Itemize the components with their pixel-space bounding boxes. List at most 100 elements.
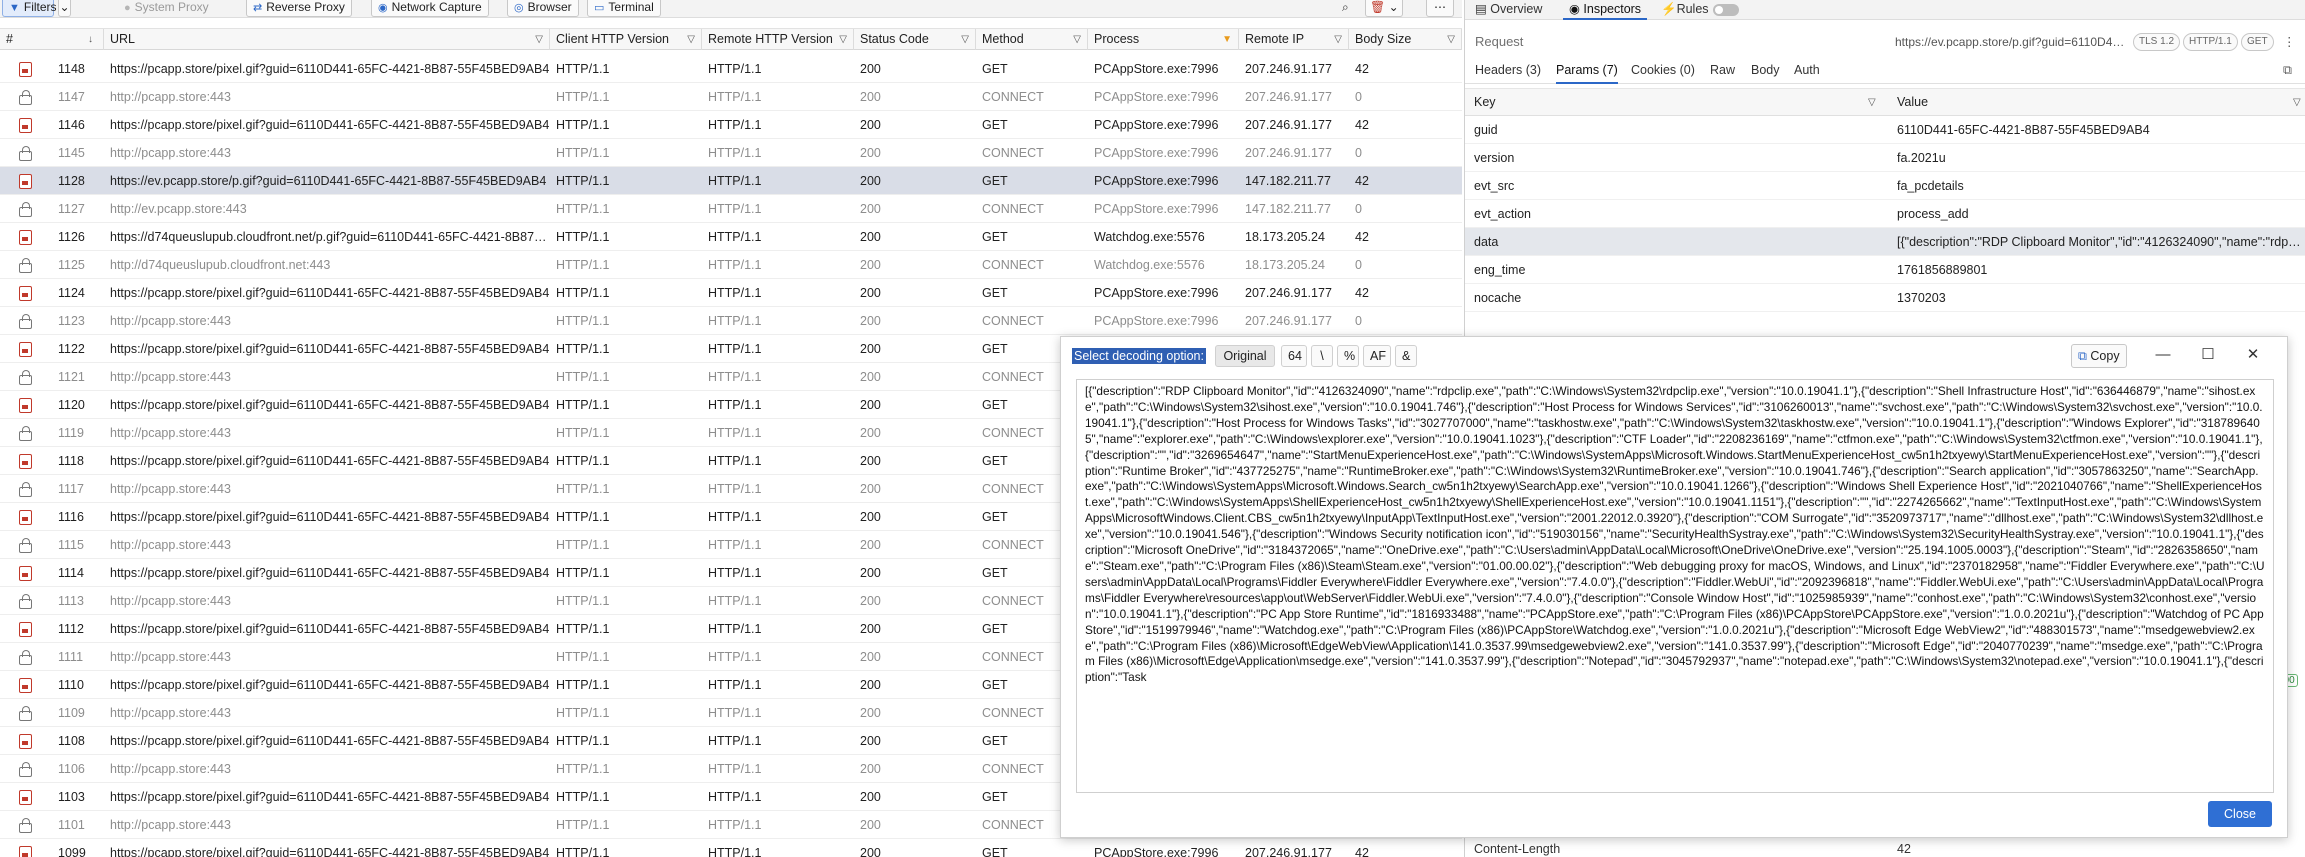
filters-button[interactable]: ▼ Filters [2, 0, 57, 17]
filter-icon[interactable]: ▽ [1073, 29, 1081, 50]
filter-icon[interactable]: ▽ [1868, 89, 1876, 116]
search-button[interactable]: ⌕ [1336, 0, 1355, 17]
param-row[interactable]: guid 6110D441-65FC-4421-8B87-55F45BED9AB4 [1465, 116, 2305, 144]
param-key: eng_time [1474, 263, 1526, 277]
reverse-proxy-button[interactable]: ⇄ Reverse Proxy [246, 0, 352, 17]
filters-dropdown-button[interactable]: ⌄ [58, 0, 71, 17]
column-header-process[interactable]: Process ▼ [1088, 29, 1239, 50]
close-icon[interactable]: ✕ [2244, 346, 2262, 364]
column-header-status-code[interactable]: Status Code ▽ [854, 29, 976, 50]
session-row[interactable]: 1126 https://d74queuslupub.cloudfront.net… [0, 223, 1462, 251]
filter-icon[interactable]: ▽ [961, 29, 969, 50]
decode-original-button[interactable]: Original [1215, 345, 1275, 367]
tab-params[interactable]: Params (7) [1556, 58, 1618, 84]
session-id: 1128 [58, 174, 85, 188]
session-remote: HTTP/1.1 [708, 258, 762, 272]
session-ip: 147.182.211.77 [1245, 174, 1331, 188]
session-process: Watchdog.exe:5576 [1094, 258, 1205, 272]
param-row[interactable]: data [{"description":"RDP Clipboard Monit… [1465, 228, 2305, 256]
session-status: 200 [860, 230, 881, 244]
tab-inspectors[interactable]: ◉ Inspectors [1563, 0, 1648, 20]
column-header-remote-http-version[interactable]: Remote HTTP Version ▽ [702, 29, 854, 50]
session-remote: HTTP/1.1 [708, 426, 762, 440]
copy-button[interactable]: ⧉ Copy [2071, 344, 2127, 368]
close-button[interactable]: Close [2208, 801, 2272, 827]
session-method: GET [982, 118, 1008, 132]
more-icon[interactable]: ⋮ [2283, 34, 2296, 49]
tab-rules[interactable]: ⚡Rules [1655, 0, 1745, 20]
minimize-icon[interactable]: — [2154, 346, 2172, 364]
session-method: CONNECT [982, 314, 1044, 328]
column-header-number[interactable]: # ↓ [0, 29, 104, 50]
session-row[interactable]: 1145 http://pcapp.store:443 HTTP/1.1 HTTP/1… [0, 139, 1462, 167]
session-row[interactable]: 1148 https://pcapp.store/pixel.gif?guid=6… [0, 55, 1462, 83]
maximize-icon[interactable]: ☐ [2199, 346, 2217, 364]
filter-icon[interactable]: ▽ [1447, 29, 1455, 50]
session-row[interactable]: 1128 https://ev.pcapp.store/p.gif?guid=61… [0, 167, 1462, 195]
session-row[interactable]: 1147 http://pcapp.store:443 HTTP/1.1 HTTP/1… [0, 83, 1462, 111]
session-remote: HTTP/1.1 [708, 342, 762, 356]
session-row[interactable]: 1146 https://pcapp.store/pixel.gif?guid=6… [0, 111, 1462, 139]
copy-icon[interactable]: ⧉ [2283, 58, 2292, 84]
request-url: https://ev.pcapp.store/p.gif?guid=6110D4… [1895, 35, 2127, 49]
network-capture-button[interactable]: ◉ Network Capture [371, 0, 489, 17]
tab-auth[interactable]: Auth [1794, 58, 1820, 84]
tab-raw[interactable]: Raw [1710, 58, 1735, 84]
session-row[interactable]: 1123 http://pcapp.store:443 HTTP/1.1 HTTP/1… [0, 307, 1462, 335]
params-table-header: Key ▽ Value ▽ [1465, 88, 2305, 116]
column-header-client-http-version[interactable]: Client HTTP Version ▽ [550, 29, 702, 50]
tab-body[interactable]: Body [1751, 58, 1780, 84]
session-url: https://pcapp.store/pixel.gif?guid=6110D… [110, 566, 550, 580]
document-icon [19, 566, 32, 581]
decode-backslash-button[interactable]: \ [1311, 345, 1333, 367]
tab-cookies[interactable]: Cookies (0) [1631, 58, 1695, 84]
filter-icon[interactable]: ▽ [535, 29, 543, 50]
key-column-header[interactable]: Key [1474, 89, 1496, 116]
filter-icon[interactable]: ▽ [839, 29, 847, 50]
decode-ampersand-button[interactable]: & [1395, 345, 1417, 367]
value-column-header[interactable]: Value [1897, 89, 1928, 116]
rules-icon: ⚡ [1661, 2, 1677, 16]
delete-button[interactable]: 🗑 ⌄ [1365, 0, 1403, 17]
column-header-method[interactable]: Method ▽ [976, 29, 1088, 50]
column-header-url[interactable]: URL ▽ [104, 29, 550, 50]
session-client: HTTP/1.1 [556, 258, 610, 272]
decode-base64-button[interactable]: 64 [1281, 345, 1307, 367]
more-button[interactable]: ⋯ [1426, 0, 1454, 17]
system-proxy-button[interactable]: ● System Proxy [118, 0, 215, 17]
column-header-remote-ip[interactable]: Remote IP ▽ [1239, 29, 1349, 50]
session-url: http://pcapp.store:443 [110, 314, 231, 328]
terminal-button[interactable]: ▭ Terminal [587, 0, 661, 17]
filter-icon[interactable]: ▽ [2293, 89, 2301, 116]
param-row[interactable]: version fa.2021u [1465, 144, 2305, 172]
filter-active-icon[interactable]: ▼ [1222, 29, 1232, 50]
tab-overview[interactable]: ▤ Overview [1469, 0, 1548, 20]
session-row[interactable]: 1127 http://ev.pcapp.store:443 HTTP/1.1 HTT… [0, 195, 1462, 223]
chevron-down-icon: ⌄ [59, 0, 70, 14]
browser-button[interactable]: ◎ Browser [507, 0, 579, 17]
session-id: 1124 [58, 286, 85, 300]
filter-icon[interactable]: ▽ [1334, 29, 1342, 50]
document-icon [19, 118, 32, 133]
session-client: HTTP/1.1 [556, 482, 610, 496]
tab-headers[interactable]: Headers (3) [1475, 58, 1541, 84]
sort-arrow-icon[interactable]: ↓ [88, 29, 93, 50]
rules-toggle[interactable] [1712, 3, 1739, 16]
filter-icon[interactable]: ▽ [687, 29, 695, 50]
session-row[interactable]: 1125 http://d74queuslupub.cloudfront.net:… [0, 251, 1462, 279]
param-row[interactable]: evt_action process_add [1465, 200, 2305, 228]
decoded-text-area[interactable]: [{"description":"RDP Clipboard Monitor",… [1076, 379, 2274, 793]
lock-icon [19, 818, 32, 833]
column-header-body-size[interactable]: Body Size ▽ [1349, 29, 1462, 50]
decode-percent-button[interactable]: % [1337, 345, 1359, 367]
session-status: 200 [860, 62, 881, 76]
chevron-down-icon: ⌄ [1385, 0, 1399, 14]
session-row[interactable]: 1099 https://pcapp.store/pixel.gif?guid=6… [0, 839, 1462, 857]
session-row[interactable]: 1124 https://pcapp.store/pixel.gif?guid=6… [0, 279, 1462, 307]
decode-af-button[interactable]: AF [1363, 345, 1391, 367]
session-id: 1123 [58, 314, 85, 328]
param-row[interactable]: eng_time 1761856889801 [1465, 256, 2305, 284]
session-url: https://pcapp.store/pixel.gif?guid=6110D… [110, 62, 550, 76]
param-row[interactable]: nocache 1370203 [1465, 284, 2305, 312]
param-row[interactable]: evt_src fa_pcdetails [1465, 172, 2305, 200]
